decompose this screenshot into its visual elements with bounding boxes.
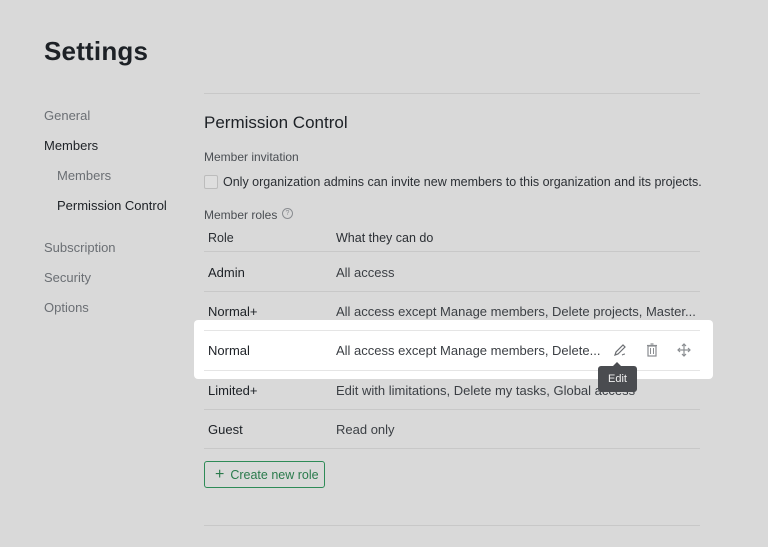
edit-tooltip: Edit xyxy=(598,362,637,392)
role-name: Normal xyxy=(208,343,250,358)
sidebar-subitem-permission-control[interactable]: Permission Control xyxy=(57,198,167,213)
help-icon[interactable]: ? xyxy=(282,208,293,219)
column-header-role: Role xyxy=(208,231,234,245)
trash-icon[interactable] xyxy=(644,342,660,358)
sidebar-subitem-members[interactable]: Members xyxy=(57,168,111,183)
page-title: Settings xyxy=(44,36,149,66)
role-name: Admin xyxy=(208,265,245,280)
sidebar-item-security[interactable]: Security xyxy=(44,270,91,285)
bottom-divider xyxy=(204,525,700,526)
member-invitation-label: Member invitation xyxy=(204,150,299,164)
sidebar-item-subscription[interactable]: Subscription xyxy=(44,240,116,255)
role-permissions: All access except Manage members, Delete… xyxy=(336,304,696,319)
role-permissions: Edit with limitations, Delete my tasks, … xyxy=(336,383,636,398)
role-permissions: All access xyxy=(336,265,395,280)
invite-admins-only-label[interactable]: Only organization admins can invite new … xyxy=(223,175,702,189)
table-row[interactable]: Admin All access xyxy=(204,252,700,292)
invite-admins-only-checkbox[interactable] xyxy=(204,175,218,189)
top-divider xyxy=(204,93,700,94)
table-row-hovered[interactable]: Normal All access except Manage members,… xyxy=(204,330,700,371)
sidebar-item-general[interactable]: General xyxy=(44,108,90,123)
column-header-permissions: What they can do xyxy=(336,231,434,245)
create-new-role-button[interactable]: + Create new role xyxy=(204,461,325,488)
plus-icon: + xyxy=(215,465,225,483)
sidebar-item-members[interactable]: Members xyxy=(44,138,98,153)
role-permissions: All access except Manage members, Delete… xyxy=(336,343,601,358)
member-roles-label: Member roles xyxy=(204,208,278,222)
role-name: Normal+ xyxy=(208,304,258,319)
role-name: Limited+ xyxy=(208,383,258,398)
section-title: Permission Control xyxy=(204,113,348,132)
edit-icon[interactable] xyxy=(612,342,628,358)
role-name: Guest xyxy=(208,422,243,437)
table-row[interactable]: Guest Read only xyxy=(204,409,700,449)
role-permissions: Read only xyxy=(336,422,395,437)
sidebar-item-options[interactable]: Options xyxy=(44,300,89,315)
create-new-role-label: Create new role xyxy=(230,467,319,482)
move-icon[interactable] xyxy=(676,342,692,358)
